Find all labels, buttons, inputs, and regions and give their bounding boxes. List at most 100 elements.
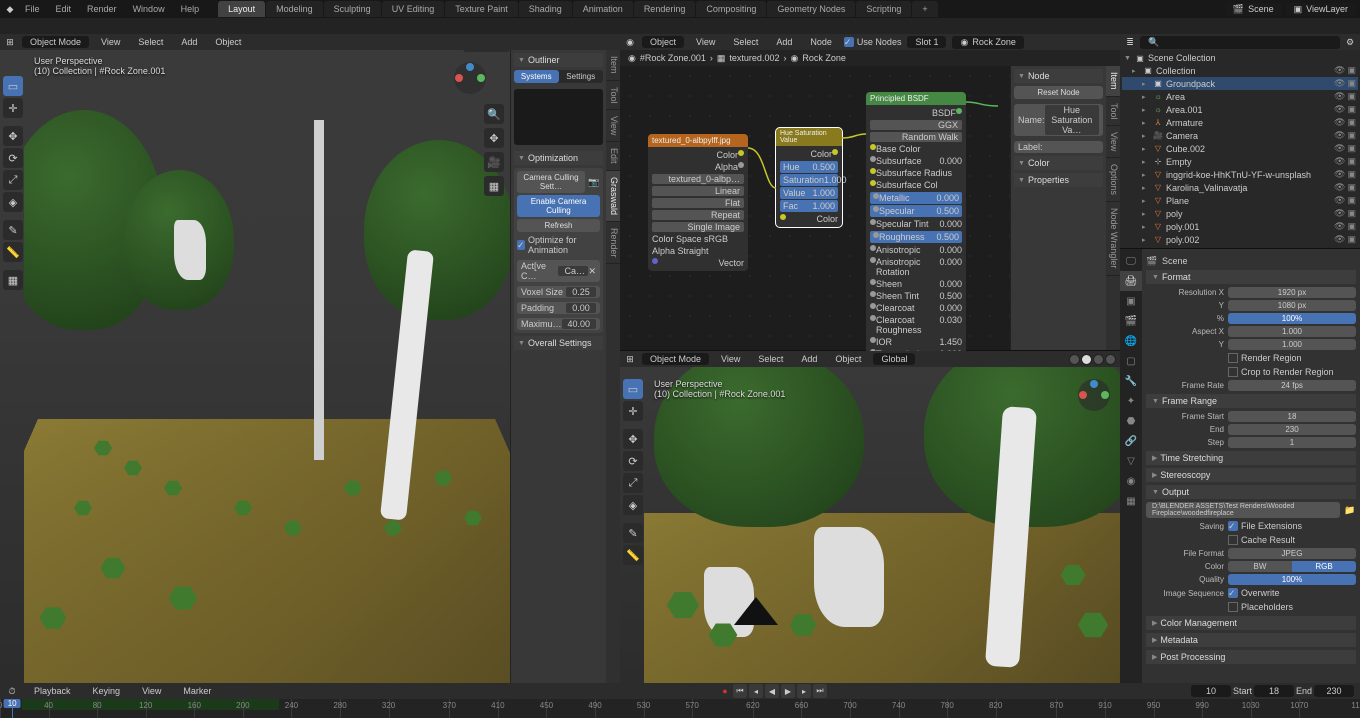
reset-node-button[interactable]: Reset Node: [1014, 86, 1103, 99]
ne-np-color-h[interactable]: Color: [1014, 156, 1103, 170]
keyframe-prev-button[interactable]: ◂: [749, 684, 763, 698]
vp2-tool-move[interactable]: ✥: [623, 429, 643, 449]
start-frame-field[interactable]: 18: [1254, 685, 1294, 697]
outliner-item[interactable]: ▸▽inggrid-koe-HhKTnU-YF-w-unsplash👁▣: [1122, 168, 1358, 181]
color-rgb-toggle[interactable]: RGB: [1292, 561, 1356, 572]
tl-marker-menu[interactable]: Marker: [177, 685, 217, 697]
tab-rendering[interactable]: Rendering: [634, 1, 696, 17]
tl-playback-menu[interactable]: Playback: [28, 685, 77, 697]
perspective-icon[interactable]: ▦: [484, 176, 504, 196]
outliner-item[interactable]: ▸▣Groundpack👁▣: [1122, 77, 1358, 90]
vp-menu-add[interactable]: Add: [175, 36, 203, 48]
outliner-tree[interactable]: ▼▣Scene Collection▸▣Collection👁▣▸▣Ground…: [1120, 50, 1360, 248]
tl-keying-menu[interactable]: Keying: [87, 685, 127, 697]
outliner-type-icon[interactable]: ≣: [1124, 36, 1136, 48]
ne-mode[interactable]: Object: [642, 36, 684, 48]
shading-mode[interactable]: [1069, 354, 1116, 365]
file-format-field[interactable]: JPEG: [1228, 548, 1356, 559]
tool-rotate[interactable]: ⟳: [3, 148, 23, 168]
frame-end-field[interactable]: 230: [1228, 424, 1356, 435]
outliner-item[interactable]: ▸▽poly👁▣: [1122, 207, 1358, 220]
zoom-icon[interactable]: 🔍: [484, 104, 504, 124]
tool-select-box[interactable]: ▭: [3, 76, 23, 96]
voxel-size-field[interactable]: Voxel Size0.25: [517, 286, 600, 298]
node-label-field[interactable]: Label:: [1014, 141, 1103, 153]
node-name-field[interactable]: Name:Hue Saturation Va…: [1014, 104, 1103, 136]
chk-overwrite[interactable]: ✓Overwrite: [1228, 587, 1280, 599]
tab-texpaint[interactable]: Texture Paint: [445, 1, 518, 17]
ptab-viewlayer[interactable]: ▣: [1120, 291, 1142, 311]
filter-icon[interactable]: ⚙: [1344, 36, 1356, 48]
outliner-item[interactable]: ▸▽poly.003👁▣: [1122, 246, 1358, 248]
outliner-item[interactable]: ▸▽poly.001👁▣: [1122, 220, 1358, 233]
use-nodes-toggle[interactable]: ✓Use Nodes: [844, 36, 902, 48]
chk-optimize-anim[interactable]: ✓: [517, 240, 525, 250]
menu-help[interactable]: Help: [174, 2, 207, 16]
outliner-item[interactable]: ▸⊹Empty👁▣: [1122, 155, 1358, 168]
ntab-item[interactable]: Item: [606, 50, 620, 81]
menu-window[interactable]: Window: [126, 2, 172, 16]
folder-icon[interactable]: 📁: [1344, 504, 1356, 516]
tool-annotate[interactable]: ✎: [3, 220, 23, 240]
nentab-item[interactable]: Item: [1106, 66, 1120, 97]
tool-cursor[interactable]: ✛: [3, 98, 23, 118]
color-bw-toggle[interactable]: BW: [1228, 561, 1292, 572]
node-image-texture[interactable]: textured_0-albpylff.jpg Color Alpha text…: [648, 134, 748, 271]
npanel-h-outliner[interactable]: Outliner: [514, 53, 603, 67]
sec-frame-range[interactable]: Frame Range: [1146, 394, 1356, 408]
quality-field[interactable]: 100%: [1228, 574, 1356, 585]
tool-move[interactable]: ✥: [3, 126, 23, 146]
ne-view[interactable]: View: [690, 36, 721, 48]
npanel-h-opt[interactable]: Optimization: [514, 151, 603, 165]
output-path-field[interactable]: D:\BLENDER ASSETS\Test Renders\Wooded Fi…: [1146, 502, 1340, 518]
tab-animation[interactable]: Animation: [573, 1, 633, 17]
nentab-nw[interactable]: Node Wrangler: [1106, 202, 1120, 275]
outliner-search[interactable]: 🔍: [1140, 36, 1340, 49]
scene-selector[interactable]: 🎬Scene: [1225, 3, 1282, 16]
viewlayer-selector[interactable]: ▣ViewLayer: [1286, 3, 1356, 16]
outliner-item[interactable]: ▸🎥Camera👁▣: [1122, 129, 1358, 142]
tab-sculpting[interactable]: Sculpting: [324, 1, 381, 17]
mode-selector[interactable]: Object Mode: [22, 36, 89, 48]
vp2-canvas[interactable]: [644, 367, 1120, 683]
ntab-tool[interactable]: Tool: [606, 81, 620, 111]
aspect-x-field[interactable]: 1.000: [1228, 326, 1356, 337]
vp-menu-view[interactable]: View: [95, 36, 126, 48]
ptab-material[interactable]: ◉: [1120, 471, 1142, 491]
vp2-tool-cursor[interactable]: ✛: [623, 401, 643, 421]
sec-metadata[interactable]: Metadata: [1146, 633, 1356, 647]
shader-editor[interactable]: ◉ Object View Select Add Node ✓Use Nodes…: [620, 34, 1120, 351]
vp2-mode[interactable]: Object Mode: [642, 353, 709, 365]
vp2-tool-scale[interactable]: ⤢: [623, 473, 643, 493]
enable-camera-culling-button[interactable]: Enable Camera Culling: [517, 195, 600, 217]
tool-transform[interactable]: ◈: [3, 192, 23, 212]
ptab-texture[interactable]: ▦: [1120, 491, 1142, 511]
tool-add-cube[interactable]: ▦: [3, 270, 23, 290]
res-pct-field[interactable]: 100%: [1228, 313, 1356, 324]
viewport-canvas[interactable]: [24, 50, 510, 683]
outliner-item[interactable]: ▸▽Karolina_Valinavatja👁▣: [1122, 181, 1358, 194]
jump-start-button[interactable]: ⏮: [733, 684, 747, 698]
ptab-constraints[interactable]: 🔗: [1120, 431, 1142, 451]
ne-node[interactable]: Node: [804, 36, 838, 48]
frame-rate-field[interactable]: 24 fps: [1228, 380, 1356, 391]
frame-start-field[interactable]: 18: [1228, 411, 1356, 422]
tab-shading[interactable]: Shading: [519, 1, 572, 17]
nentab-options[interactable]: Options: [1106, 158, 1120, 202]
chk-file-ext[interactable]: ✓File Extensions: [1228, 520, 1302, 532]
play-button[interactable]: ▶: [781, 684, 795, 698]
editor-type-icon[interactable]: ⊞: [4, 36, 16, 48]
outliner-item[interactable]: ▸▽Plane👁▣: [1122, 194, 1358, 207]
outliner-item[interactable]: ▸☼Area👁▣: [1122, 90, 1358, 103]
vp2-orientation[interactable]: Global: [873, 353, 915, 365]
slot-selector[interactable]: Slot 1: [907, 36, 946, 48]
ntab-graswald[interactable]: Graswald: [606, 171, 620, 222]
nentab-view[interactable]: View: [1106, 126, 1120, 158]
editor-type-shader-icon[interactable]: ◉: [624, 36, 636, 48]
current-frame-field[interactable]: 10: [1191, 685, 1231, 697]
vp2-nav-gizmo[interactable]: [1074, 375, 1114, 415]
frame-step-field[interactable]: 1: [1228, 437, 1356, 448]
blender-logo-icon[interactable]: ◆: [4, 3, 16, 15]
viewport-3d-secondary[interactable]: ⊞ Object Mode View Select Add Object Glo…: [620, 351, 1120, 683]
jump-end-button[interactable]: ⏭: [813, 684, 827, 698]
